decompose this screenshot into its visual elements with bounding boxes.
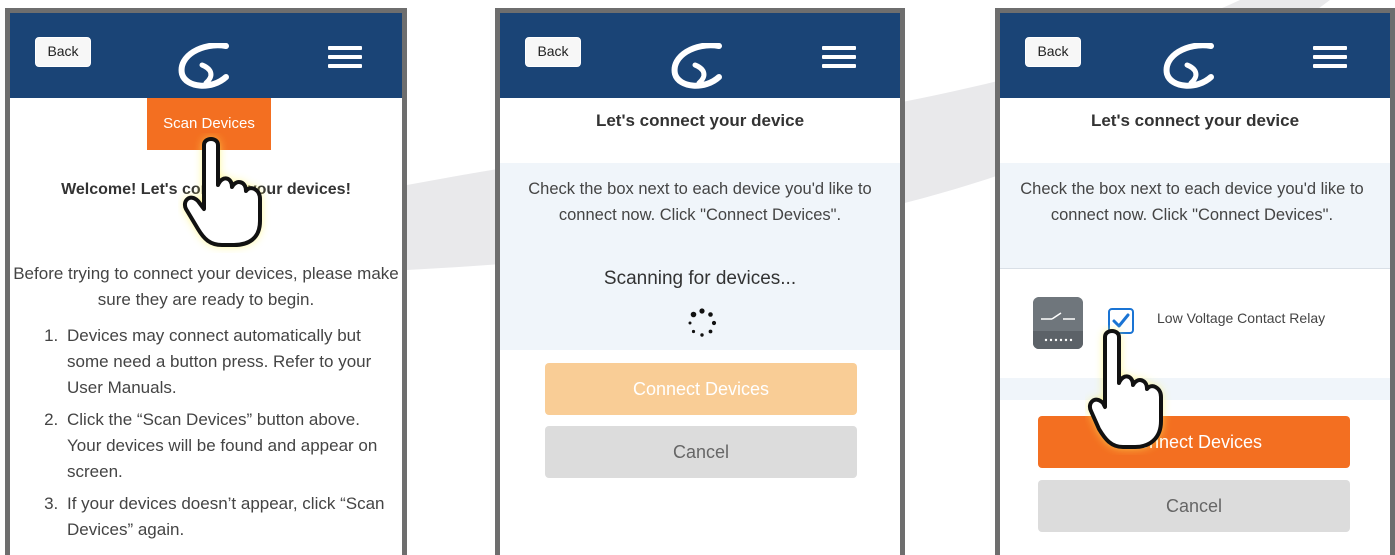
step-item: Click the “Scan Devices” button above. Y… — [63, 407, 396, 485]
back-button[interactable]: Back — [525, 37, 581, 67]
app-header: Back — [10, 13, 402, 98]
instructions-text: Check the box next to each device you'd … — [1020, 180, 1364, 224]
app-header: Back — [1000, 13, 1390, 98]
hamburger-menu-icon[interactable] — [1313, 46, 1347, 68]
hamburger-menu-icon[interactable] — [822, 46, 856, 68]
list-footer — [1000, 378, 1390, 400]
loading-spinner-icon — [688, 308, 717, 337]
app-logo — [178, 43, 229, 89]
phone-screen-welcome: Back Scan Devices Welcome! Let's connect… — [5, 8, 407, 555]
app-header: Back — [500, 13, 900, 98]
cancel-button[interactable]: Cancel — [545, 426, 857, 478]
pointing-hand-icon — [1088, 329, 1163, 449]
page-title: Let's connect your device — [595, 111, 805, 130]
back-button[interactable]: Back — [35, 37, 91, 67]
page-title: Let's connect your device — [1090, 111, 1300, 130]
cancel-button[interactable]: Cancel — [1038, 480, 1350, 532]
relay-device-icon — [1033, 297, 1083, 349]
phone-screen-select-device: Back Let's connect your device Check the… — [995, 8, 1395, 555]
scanning-status: Scanning for devices... — [603, 268, 797, 289]
instructions-text: Check the box next to each device you'd … — [528, 180, 872, 224]
back-button[interactable]: Back — [1025, 37, 1081, 67]
connect-devices-button[interactable]: Connect Devices — [545, 363, 857, 415]
phone-screen-scanning: Back Let's connect your device Check the… — [495, 8, 905, 555]
intro-text: Before trying to connect your devices, p… — [13, 264, 399, 309]
app-logo — [671, 43, 722, 89]
pointing-hand-icon — [183, 137, 262, 247]
hamburger-menu-icon[interactable] — [328, 46, 362, 68]
app-logo — [1163, 43, 1214, 89]
device-list-item[interactable]: Low Voltage Contact Relay — [1000, 268, 1390, 379]
step-item: If your devices doesn’t appear, click “S… — [63, 491, 396, 543]
step-item: Devices may connect automatically but so… — [63, 323, 396, 401]
device-name: Low Voltage Contact Relay — [1157, 310, 1326, 326]
steps-list: Devices may connect automatically but so… — [38, 323, 396, 549]
